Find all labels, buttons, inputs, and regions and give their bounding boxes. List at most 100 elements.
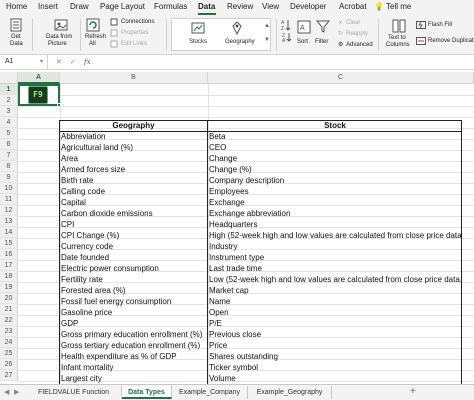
stocks-label[interactable]: Stocks — [189, 39, 207, 46]
geography-field-cell[interactable]: Date founded — [61, 252, 206, 263]
reapply-label[interactable]: Reapply — [346, 31, 368, 38]
row-header[interactable]: 5 — [0, 128, 18, 139]
row-header[interactable]: 12 — [0, 205, 18, 216]
geography-field-cell[interactable]: Birth rate — [61, 175, 206, 186]
stock-field-cell[interactable]: Instrument type — [209, 252, 461, 263]
tell-me-label[interactable]: Tell me — [386, 2, 411, 11]
select-all-corner[interactable] — [0, 72, 18, 84]
row-header[interactable]: 25 — [0, 348, 18, 359]
data-from-picture-label-2[interactable]: Picture — [48, 41, 67, 48]
geography-field-cell[interactable]: Largest city — [61, 373, 206, 384]
edit-links-label[interactable]: Edit Links — [121, 41, 147, 48]
sheet-tab-data-types[interactable]: Data Types — [122, 386, 172, 399]
geography-field-cell[interactable]: Area — [61, 153, 206, 164]
f9-key-image[interactable]: F9 — [28, 86, 48, 104]
row-header[interactable]: 13 — [0, 216, 18, 227]
tab-view[interactable]: View — [262, 2, 279, 11]
row-header[interactable]: 4 — [0, 117, 18, 128]
stock-field-cell[interactable]: High (52-week high and low values are ca… — [209, 230, 461, 241]
geography-field-cell[interactable]: Gross primary education enrollment (%) — [61, 329, 206, 340]
tab-data[interactable]: Data — [198, 2, 215, 11]
connections-icon[interactable] — [110, 18, 118, 26]
row-header[interactable]: 11 — [0, 194, 18, 205]
geography-field-cell[interactable]: Armed forces size — [61, 164, 206, 175]
insert-function-icon[interactable]: fx — [84, 58, 91, 66]
row-header[interactable]: 14 — [0, 227, 18, 238]
row-header[interactable]: 23 — [0, 326, 18, 337]
row-header[interactable]: 21 — [0, 304, 18, 315]
stock-field-cell[interactable]: Exchange abbreviation — [209, 208, 461, 219]
row-header[interactable]: 20 — [0, 293, 18, 304]
stock-field-cell[interactable]: Beta — [209, 131, 461, 142]
geography-field-cell[interactable]: Agricultural land (%) — [61, 142, 206, 153]
cancel-icon[interactable]: ✕ — [56, 58, 62, 66]
sheet-tab-example-company[interactable]: Example_Company — [172, 386, 248, 399]
stock-field-cell[interactable]: Previous close — [209, 329, 461, 340]
tab-acrobat[interactable]: Acrobat — [339, 2, 367, 11]
tab-formulas[interactable]: Formulas — [154, 2, 187, 11]
stock-field-cell[interactable]: Open — [209, 307, 461, 318]
stock-field-cell[interactable]: Industry — [209, 241, 461, 252]
get-data-label-2[interactable]: Data — [10, 41, 23, 48]
row-header[interactable]: 17 — [0, 260, 18, 271]
geography-field-cell[interactable]: Fertility rate — [61, 274, 206, 285]
stock-field-cell[interactable]: Change — [209, 153, 461, 164]
row-header[interactable]: 6 — [0, 139, 18, 150]
advanced-label[interactable]: Advanced — [346, 42, 373, 49]
row-header[interactable]: 24 — [0, 337, 18, 348]
column-header-b[interactable]: B — [60, 72, 208, 84]
enter-icon[interactable]: ✓ — [70, 58, 76, 66]
stock-field-cell[interactable]: Employees — [209, 186, 461, 197]
tell-me-icon[interactable]: 💡 — [374, 2, 384, 11]
connections-label[interactable]: Connections — [121, 19, 154, 26]
geography-field-cell[interactable]: Forested area (%) — [61, 285, 206, 296]
refresh-all-label-1[interactable]: Refresh — [85, 34, 106, 41]
geography-field-cell[interactable]: Fossil fuel energy consumption — [61, 296, 206, 307]
geography-header[interactable]: Geography — [60, 120, 207, 131]
stock-field-cell[interactable]: Headquarters — [209, 219, 461, 230]
stock-header[interactable]: Stock — [208, 120, 462, 131]
geography-icon[interactable] — [230, 21, 244, 35]
row-header[interactable]: 26 — [0, 359, 18, 370]
data-from-picture-icon[interactable] — [54, 18, 68, 32]
tab-review[interactable]: Review — [227, 2, 253, 11]
refresh-all-icon[interactable] — [86, 18, 100, 32]
sort-az-icon[interactable]: AZ — [281, 19, 291, 31]
geography-field-cell[interactable]: Currency code — [61, 241, 206, 252]
row-header[interactable]: 18 — [0, 271, 18, 282]
clear-label[interactable]: Clear — [346, 20, 360, 27]
stock-field-cell[interactable]: Name — [209, 296, 461, 307]
row-header[interactable]: 8 — [0, 161, 18, 172]
text-to-columns-label-2[interactable]: Columns — [386, 42, 410, 49]
stock-field-cell[interactable]: Volume — [209, 373, 461, 384]
row-header[interactable]: 2 — [0, 95, 18, 106]
tab-insert[interactable]: Insert — [38, 2, 58, 11]
add-sheet-icon[interactable]: + — [410, 386, 416, 397]
column-header-a[interactable]: A — [18, 72, 60, 84]
properties-label[interactable]: Properties — [121, 30, 148, 37]
geography-field-cell[interactable]: Electric power consumption — [61, 263, 206, 274]
stocks-icon[interactable] — [191, 22, 205, 34]
fill-handle[interactable] — [57, 103, 61, 107]
geography-field-cell[interactable]: Gross tertiary education enrollment (%) — [61, 340, 206, 351]
geography-field-cell[interactable]: Carbon dioxide emissions — [61, 208, 206, 219]
row-header[interactable]: 16 — [0, 249, 18, 260]
stock-field-cell[interactable]: Last trade time — [209, 263, 461, 274]
filter-label[interactable]: Filter — [315, 39, 328, 46]
flash-fill-label[interactable]: Flash Fill — [428, 22, 452, 29]
row-header[interactable]: 27 — [0, 370, 18, 381]
geography-field-cell[interactable]: Health expenditure as % of GDP — [61, 351, 206, 362]
row-header[interactable]: 22 — [0, 315, 18, 326]
next-sheet-icon[interactable]: ▶ — [14, 388, 19, 396]
geography-field-cell[interactable]: GDP — [61, 318, 206, 329]
stock-field-cell[interactable]: Price — [209, 340, 461, 351]
tab-page-layout[interactable]: Page Layout — [100, 2, 145, 11]
sort-za-icon[interactable]: ZA — [282, 32, 292, 42]
refresh-all-label-2[interactable]: All — [89, 41, 96, 48]
remove-duplicates-icon[interactable] — [416, 37, 426, 45]
column-header-c[interactable]: C — [208, 72, 474, 84]
geography-field-cell[interactable]: CPI Change (%) — [61, 230, 206, 241]
geography-field-cell[interactable]: CPI — [61, 219, 206, 230]
row-header[interactable]: 3 — [0, 106, 18, 117]
stock-field-cell[interactable]: CEO — [209, 142, 461, 153]
